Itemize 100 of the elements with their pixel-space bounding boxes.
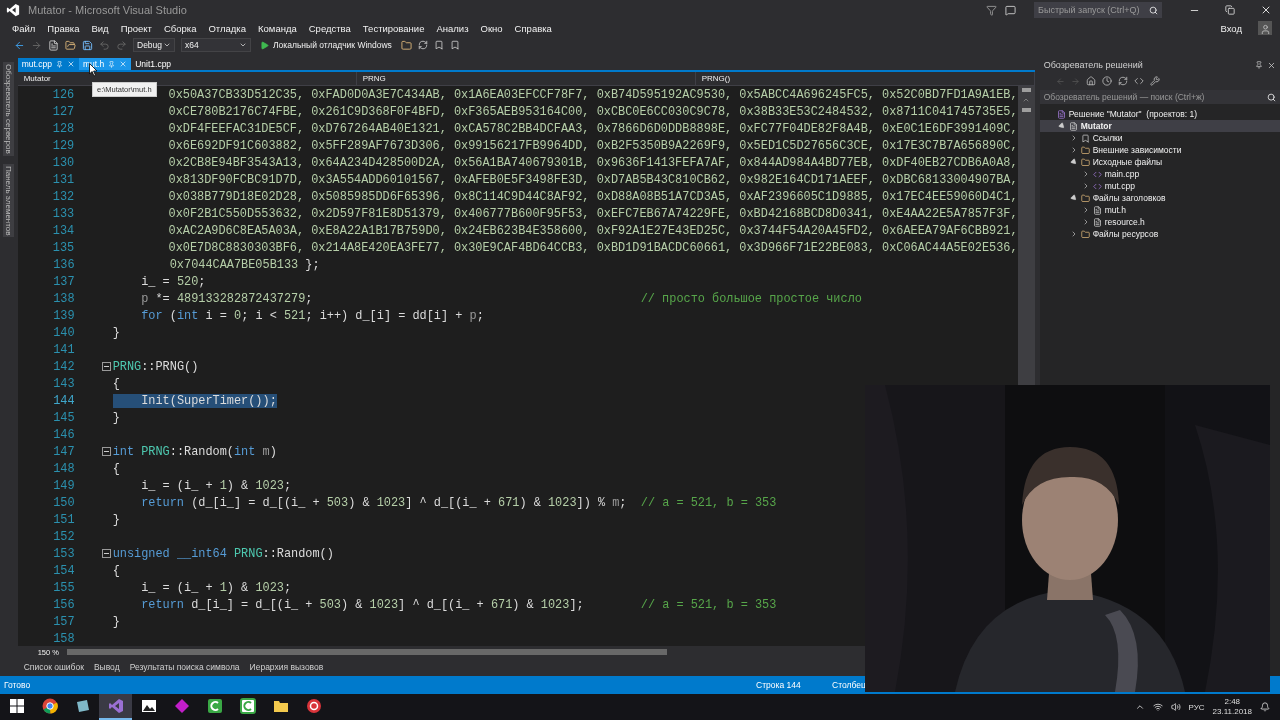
platform-dropdown[interactable]: x64	[181, 38, 251, 52]
code-line: }	[112, 614, 120, 629]
search-icon	[1149, 5, 1158, 15]
search-icon	[1267, 92, 1276, 102]
line-number: 133	[51, 206, 75, 221]
network-icon[interactable]	[1152, 702, 1163, 712]
code-line: i_ = (i_ + 1) & 1023;	[141, 478, 292, 493]
line-number: 153	[52, 546, 75, 561]
tree-item[interactable]: Файлы заголовков	[1039, 192, 1280, 204]
menu-item[interactable]: Правка	[41, 22, 86, 34]
search-field[interactable]: Обозреватель решений — поиск (Ctrl+ж)	[1039, 90, 1280, 104]
line-number: 140	[52, 325, 75, 340]
sign-in-link[interactable]: Вход	[1220, 22, 1242, 34]
collapse-icon[interactable]	[101, 362, 111, 371]
open-folder-icon[interactable]	[65, 39, 76, 51]
home-icon[interactable]	[1085, 76, 1096, 86]
panel-tab[interactable]: Вывод	[89, 662, 124, 672]
line-number: 145	[52, 410, 75, 425]
line-number: 154	[52, 563, 75, 578]
code-line: }	[112, 325, 120, 340]
tree-item[interactable]: Исходные файлы	[1039, 156, 1280, 168]
code-line: 0x813DF90FCBC91D7D, 0x3A554ADD60101567, 0xAFEB0E5F3498FE3D, 0xD7AB5B43C810CB62, 0x982E164CD171AEEF, 0xDBC68133004907BA,	[168, 172, 1018, 187]
wrench-icon[interactable]	[1149, 76, 1160, 86]
file-tab[interactable]: Unit1.cpp	[131, 58, 176, 70]
tree-item-label: Внешние зависимости	[1092, 145, 1182, 155]
configuration-dropdown[interactable]: Debug	[133, 38, 175, 52]
panel-tab[interactable]: Результаты поиска символа	[125, 662, 244, 672]
line-number: 156	[52, 597, 75, 612]
close-icon[interactable]	[1267, 60, 1276, 70]
menu-item[interactable]: Вид	[85, 22, 115, 34]
code-line: return (d_[i_] = d_[(i_ + 503) & 1023] ^ d_[(i_ + 671) & 1023]) % m; // a = 521, b = 353	[141, 495, 777, 510]
tree-item[interactable]: Решение "Mutator" (проектов: 1)	[1039, 108, 1280, 120]
tree-item[interactable]: Mutator	[1039, 120, 1280, 132]
menu-item[interactable]: Средства	[302, 22, 357, 34]
member-dropdown[interactable]: PRNG()	[695, 72, 1035, 85]
tree-item-label: main.cpp	[1104, 169, 1140, 179]
bookmark-icon[interactable]	[449, 40, 460, 50]
line-number: 149	[52, 478, 75, 493]
side-panel-tab[interactable]: Обозреватель серверов	[3, 62, 15, 156]
horizontal-scrollbar[interactable]	[66, 649, 667, 655]
language-indicator[interactable]: РУС	[1188, 702, 1205, 712]
menu-item[interactable]: Окно	[474, 22, 509, 34]
collapse-icon[interactable]	[101, 549, 111, 558]
menu-item[interactable]: Команда	[252, 22, 303, 34]
code-icon[interactable]	[1133, 76, 1144, 86]
folder-icon	[1080, 145, 1090, 155]
back-icon[interactable]	[14, 39, 25, 51]
line-number: 147	[52, 444, 75, 459]
pin-icon[interactable]	[1255, 60, 1263, 69]
volume-icon[interactable]	[1170, 702, 1181, 712]
sync-icon[interactable]	[1117, 76, 1128, 86]
clock-time[interactable]: 2:48	[1224, 697, 1241, 707]
bookmark-icon[interactable]	[433, 40, 444, 50]
clock-date[interactable]: 23.11.2018	[1212, 707, 1252, 717]
close-icon	[1260, 4, 1272, 16]
tree-item-label: Решение "Mutator" (проектов: 1)	[1068, 109, 1198, 119]
history-icon[interactable]	[1101, 76, 1112, 86]
filter-icon[interactable]	[986, 4, 997, 16]
feedback-icon[interactable]	[1005, 4, 1016, 16]
panel-tab[interactable]: Иерархия вызовов	[245, 662, 328, 672]
window-title: Mutator - Microsoft Visual Studio	[28, 4, 188, 16]
tree-item[interactable]: mut.h	[1039, 204, 1280, 216]
code-line: 0xCE780B2176C74FBE, 0x261C9D368F0F4BFD, 0xF365AEB953164C00, 0xCBC0E6CC030C9C78, 0x38B33E53C2484532, 0x8711C041745735E5,	[168, 104, 1018, 119]
menu-item[interactable]: Справка	[508, 22, 558, 34]
tray-expand-icon[interactable]	[1134, 702, 1145, 712]
panel-tab[interactable]: Список ошибок	[19, 662, 88, 672]
menu-item[interactable]: Отладка	[202, 22, 253, 34]
code-line: 0x0F2B1C550D553632, 0x2D597F81E8D51379, 0x406777B600F95F53, 0xEFC7EB67A74229FE, 0xBD42168BCD8D0341, 0xE4AA22E5A7857F3F,	[168, 206, 1018, 221]
line-number: 142	[52, 359, 75, 374]
code-line: {	[112, 563, 120, 578]
tree-item[interactable]: mut.cpp	[1039, 180, 1280, 192]
code-line: i_ = 520;	[141, 274, 206, 289]
tree-item[interactable]: Файлы ресурсов	[1039, 228, 1280, 240]
file-tab[interactable]: mut.cpp	[17, 58, 79, 70]
menu-item[interactable]: Файл	[6, 22, 42, 34]
save-icon[interactable]	[82, 39, 93, 51]
tree-item[interactable]: Внешние зависимости	[1039, 144, 1280, 156]
folder-icon[interactable]	[400, 39, 412, 51]
user-avatar-icon[interactable]	[1258, 21, 1272, 35]
line-number: 148	[52, 461, 75, 476]
tree-item[interactable]: main.cpp	[1039, 168, 1280, 180]
close-icon[interactable]	[66, 60, 75, 68]
tree-item-label: Файлы ресурсов	[1092, 229, 1159, 239]
panel-title: Обозреватель решений	[1043, 60, 1143, 70]
menu-item[interactable]: Тестирование	[356, 22, 431, 34]
menu-item[interactable]: Проект	[114, 22, 158, 34]
vertical-scrollbar[interactable]	[1017, 86, 1035, 382]
menu-item[interactable]: Сборка	[157, 22, 203, 34]
collapse-icon[interactable]	[101, 447, 111, 456]
line-number: 157	[52, 614, 75, 629]
side-panel-tab[interactable]: Панель элементов	[3, 163, 15, 238]
menu-item[interactable]: Анализ	[430, 22, 475, 34]
run-button[interactable]: Локальный отладчик Windows	[257, 37, 395, 53]
refresh-icon[interactable]	[417, 40, 428, 50]
new-item-icon[interactable]	[48, 39, 59, 51]
scope-dropdown[interactable]: PRNG	[356, 72, 696, 85]
notifications-icon[interactable]	[1260, 702, 1270, 712]
tree-item[interactable]: Ссылки	[1039, 132, 1280, 144]
tree-item[interactable]: resource.h	[1039, 216, 1280, 228]
quick-launch-field[interactable]: Быстрый запуск (Ctrl+Q)	[1034, 2, 1162, 18]
